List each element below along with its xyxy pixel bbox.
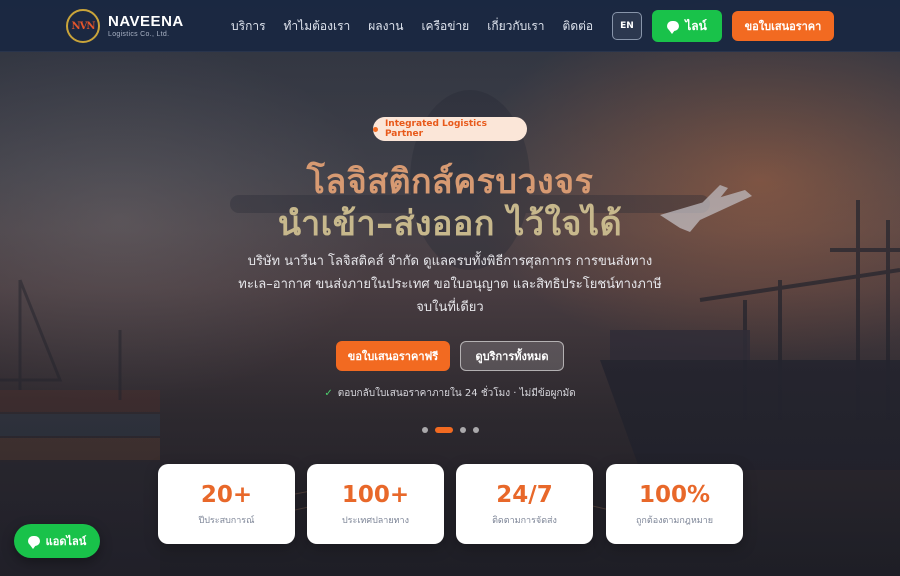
hero-description: บริษัท นาวีนา โลจิสติคส์ จำกัด ดูแลครบทั… <box>238 254 662 315</box>
stat-value: 24/7 <box>496 482 553 508</box>
stat-label: ถูกต้องตามกฎหมาย <box>635 516 714 526</box>
line-chat-button[interactable]: ไลน์ <box>652 10 722 42</box>
brand-name: NAVEENA <box>108 13 184 30</box>
add-line-floating-button[interactable]: แอดไลน์ <box>14 524 100 558</box>
line-chat-label: ไลน์ <box>685 18 707 33</box>
request-quote-button[interactable]: ขอใบเสนอราคา <box>732 11 834 41</box>
stat-value: 20+ <box>200 482 253 508</box>
stat-card-tracking: 24/7 ติดตามการจัดส่ง <box>456 464 593 544</box>
main-menu: บริการ ทำไมต้องเรา ผลงาน เครือข่าย เกี่ย… <box>231 0 611 52</box>
nav-item-why-us[interactable]: ทำไมต้องเรา <box>284 17 351 36</box>
stat-card-experience: 20+ ปีประสบการณ์ <box>158 464 295 544</box>
view-all-services-button[interactable]: ดูบริการทั้งหมด <box>460 341 564 371</box>
reply-time-text: ตอบกลับใบเสนอราคาภายใน 24 ชั่วโมง · ไม่ม… <box>337 388 576 399</box>
brand-subtitle: Logistics Co., Ltd. <box>108 31 170 38</box>
brand-emblem: NVN <box>66 9 100 43</box>
carousel-dot-3[interactable] <box>460 427 466 433</box>
brand-text: NAVEENA Logistics Co., Ltd. <box>108 14 184 38</box>
hero-title-line-2: นำเข้า–ส่งออก ไว้ใจได้ <box>277 204 623 244</box>
free-quote-button[interactable]: ขอใบเสนอราคาฟรี <box>336 341 450 371</box>
hero-badge: Integrated Logistics Partner <box>373 117 527 141</box>
reply-time-note: ✓ ตอบกลับใบเสนอราคาภายใน 24 ชั่วโมง · ไม่… <box>0 386 900 401</box>
stat-label: ประเทศปลายทาง <box>341 516 410 526</box>
brand-logo[interactable]: NVN NAVEENA Logistics Co., Ltd. <box>66 9 184 43</box>
stat-card-destinations: 100+ ประเทศปลายทาง <box>307 464 444 544</box>
stat-card-compliance: 100% ถูกต้องตามกฎหมาย <box>606 464 743 544</box>
chat-bubble-icon <box>27 536 40 549</box>
chat-bubble-icon <box>667 21 680 34</box>
nav-item-services[interactable]: บริการ <box>231 17 266 36</box>
nav-item-about[interactable]: เกี่ยวกับเรา <box>487 17 544 36</box>
add-line-label: แอดไลน์ <box>45 535 87 548</box>
check-icon: ✓ <box>324 388 333 399</box>
stat-value: 100+ <box>341 482 410 508</box>
stat-label: ติดตามการจัดส่ง <box>492 516 557 526</box>
stat-value: 100% <box>638 482 711 508</box>
stat-label: ปีประสบการณ์ <box>198 516 255 526</box>
carousel-indicators <box>422 427 486 433</box>
nav-item-network[interactable]: เครือข่าย <box>421 17 469 36</box>
top-navigation: NVN NAVEENA Logistics Co., Ltd. บริการ ท… <box>0 0 900 52</box>
badge-label: Integrated Logistics Partner <box>384 119 487 139</box>
carousel-dot-1[interactable] <box>422 427 428 433</box>
language-toggle-button[interactable]: EN <box>612 12 642 40</box>
carousel-dot-4[interactable] <box>473 427 479 433</box>
carousel-dot-2[interactable] <box>435 427 453 433</box>
nav-item-portfolio[interactable]: ผลงาน <box>368 17 403 36</box>
badge-dot-icon <box>373 126 378 132</box>
nav-item-contact[interactable]: ติดต่อ <box>563 17 594 36</box>
